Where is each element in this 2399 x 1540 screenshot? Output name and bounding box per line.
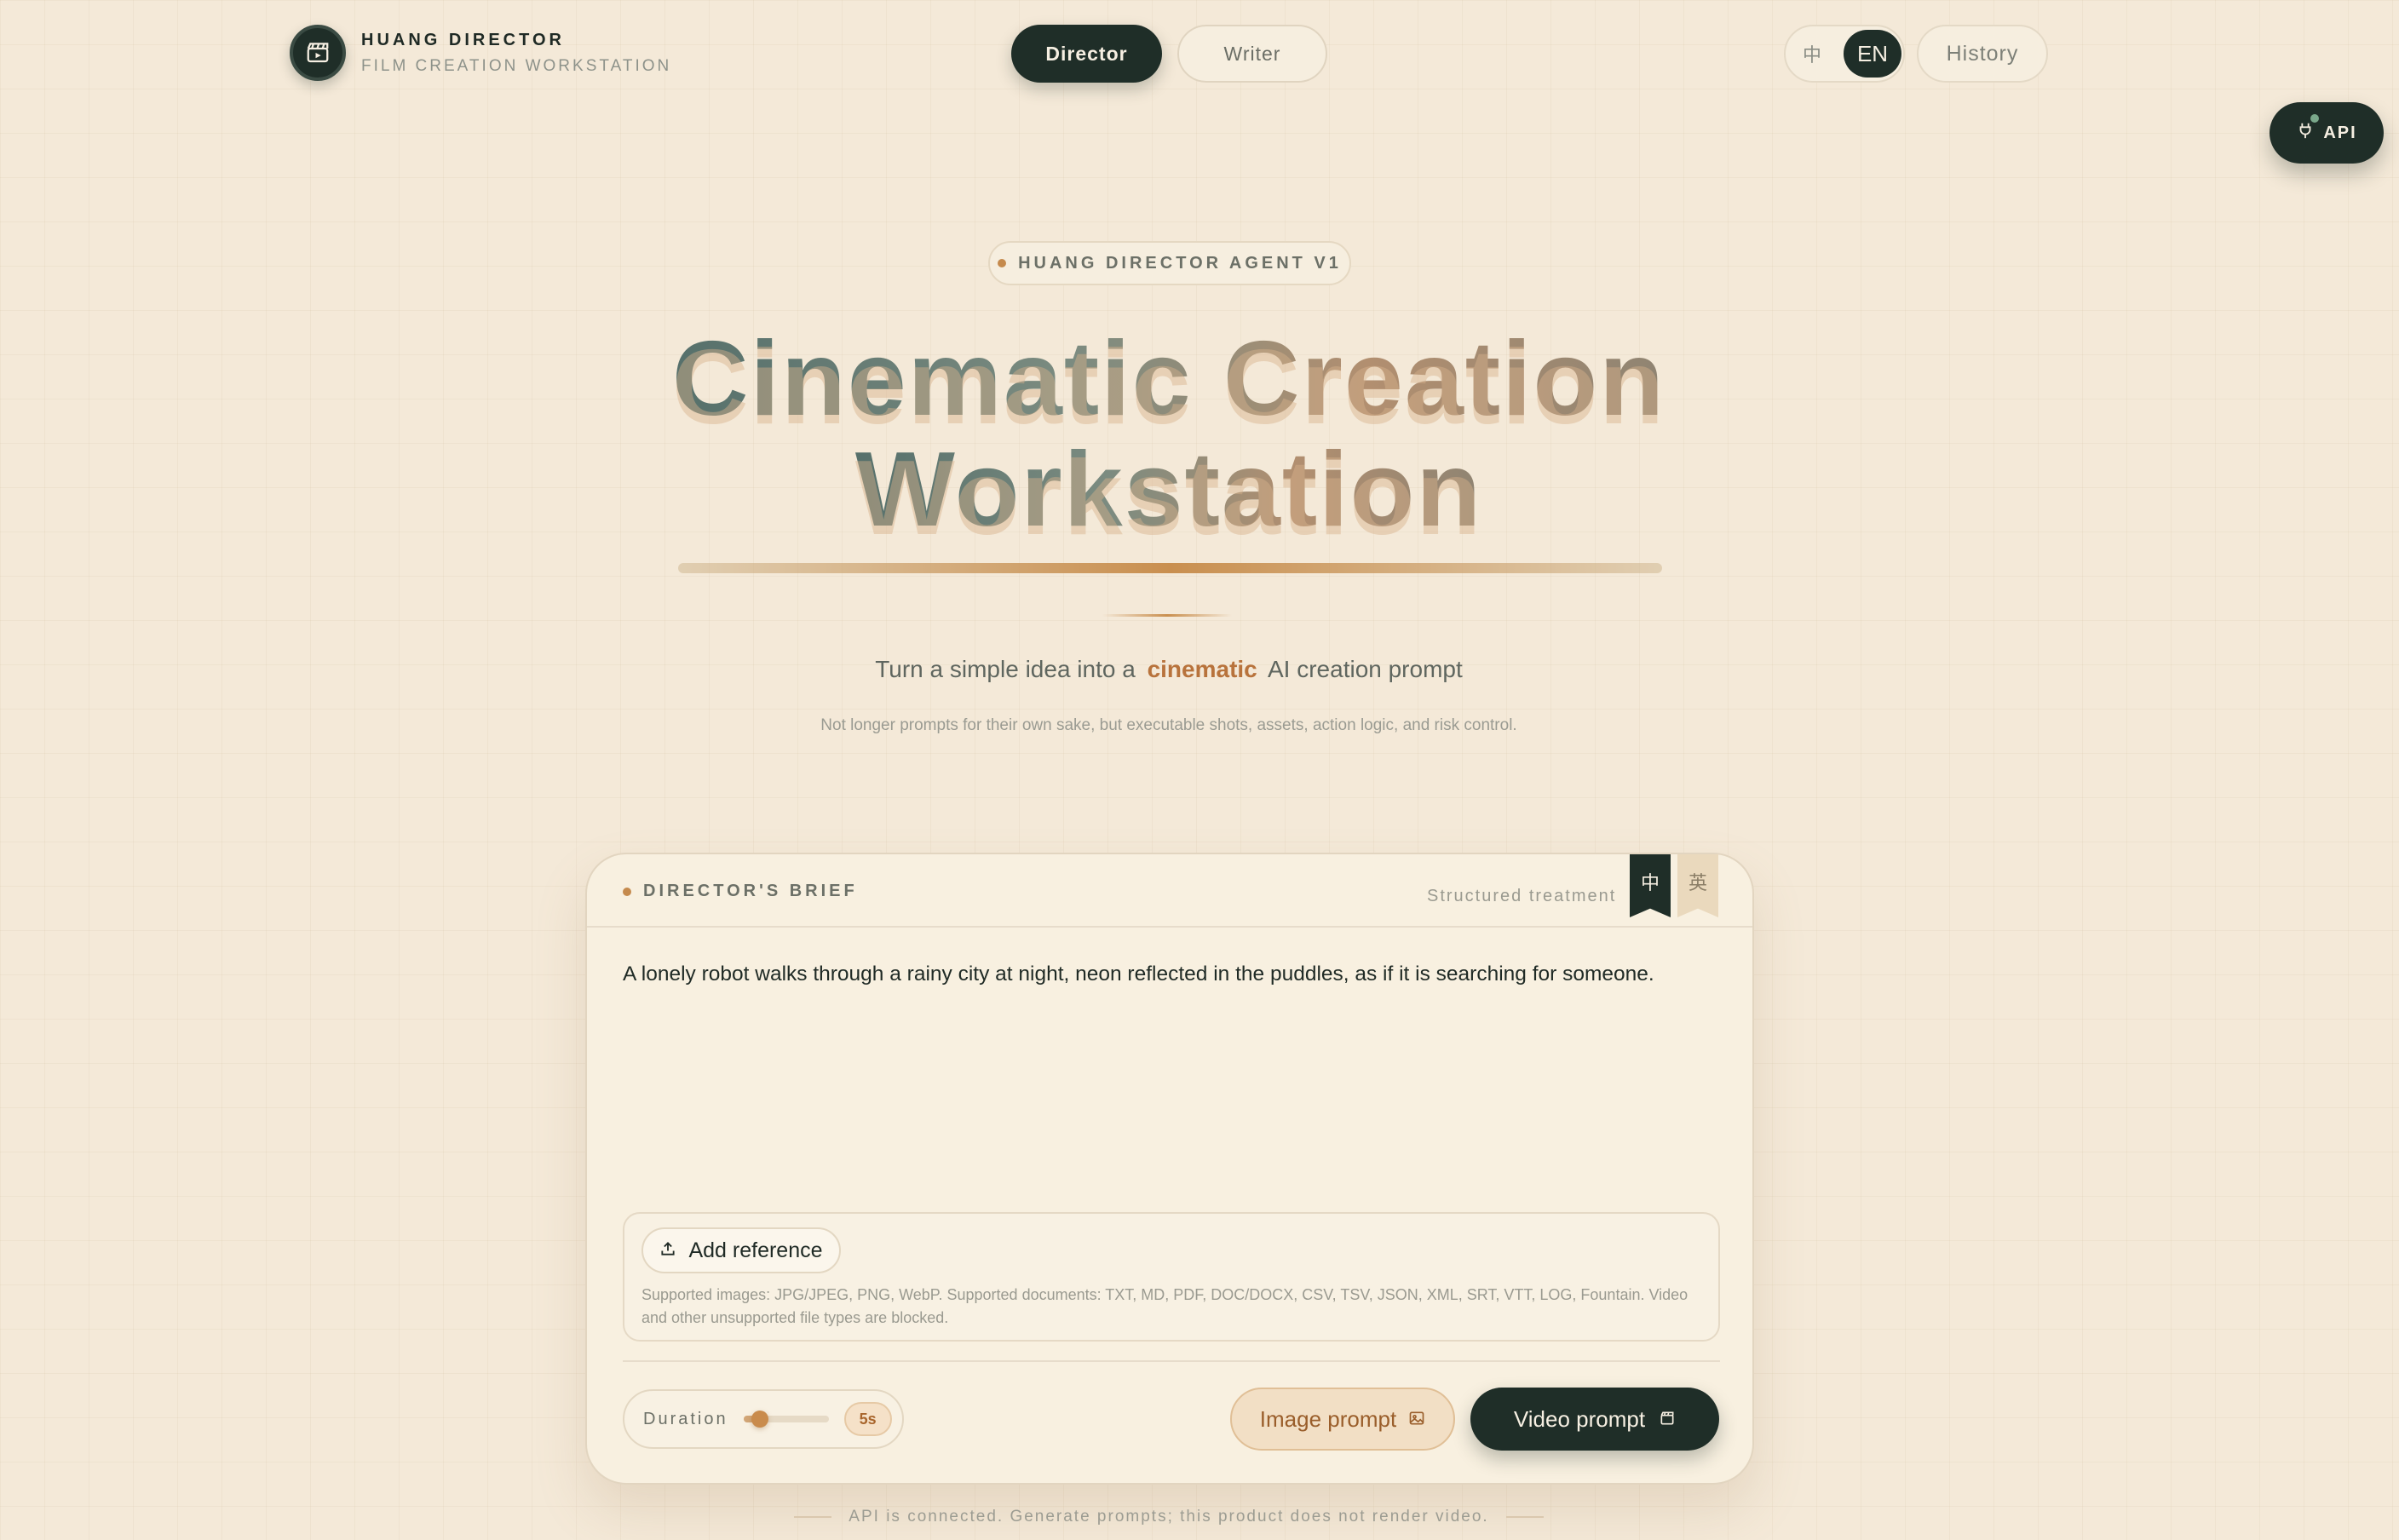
structured-treatment-label: Structured treatment xyxy=(1427,887,1617,905)
hero-underline xyxy=(678,563,1662,573)
video-prompt-label: Video prompt xyxy=(1513,1405,1646,1432)
duration-slider-thumb[interactable] xyxy=(751,1411,769,1428)
api-button[interactable]: API xyxy=(2270,102,2384,164)
nav-director-button[interactable]: Director xyxy=(1011,25,1162,83)
add-reference-button[interactable]: Add reference xyxy=(641,1227,841,1273)
directors-brief-card: DIRECTOR'S BRIEF Structured treatment 中 … xyxy=(585,853,1754,1485)
footer-line-left xyxy=(794,1516,832,1518)
card-title: DIRECTOR'S BRIEF xyxy=(643,882,858,900)
brand-subtitle: FILM CREATION WORKSTATION xyxy=(361,56,672,75)
brand[interactable]: HUANG DIRECTOR FILM CREATION WORKSTATION xyxy=(290,25,671,81)
clapperboard-small-icon xyxy=(1659,1406,1676,1433)
api-label: API xyxy=(2323,123,2357,142)
card-divider xyxy=(623,1360,1720,1362)
hero-title-line2: Workstation xyxy=(854,431,1483,549)
subline: Not longer prompts for their own sake, b… xyxy=(820,716,1517,734)
duration-control: Duration 5s xyxy=(623,1389,904,1449)
version-badge-label: HUANG DIRECTOR AGENT V1 xyxy=(1018,253,1342,273)
footer-status-text: API is connected. Generate prompts; this… xyxy=(849,1508,1489,1526)
tagline: Turn a simple idea into a cinematic AI c… xyxy=(0,656,2338,683)
supported-files-note: Supported images: JPG/JPEG, PNG, WebP. S… xyxy=(641,1286,1689,1326)
image-prompt-button[interactable]: Image prompt xyxy=(1230,1388,1455,1451)
duration-label: Duration xyxy=(643,1409,728,1428)
hero-title-line1: Cinematic Creation xyxy=(671,320,1666,438)
duration-value: 5s xyxy=(843,1402,892,1436)
brand-title: HUANG DIRECTOR xyxy=(361,30,565,49)
api-status-footer: API is connected. Generate prompts; this… xyxy=(0,1508,2338,1526)
reference-dropzone[interactable]: Add reference Supported images: JPG/JPEG… xyxy=(623,1212,1720,1342)
version-badge: HUANG DIRECTOR AGENT V1 xyxy=(988,241,1351,285)
upload-icon xyxy=(659,1238,676,1263)
brief-textarea[interactable]: A lonely robot walks through a rainy cit… xyxy=(623,960,1722,989)
image-prompt-label: Image prompt xyxy=(1259,1405,1397,1432)
card-header: DIRECTOR'S BRIEF Structured treatment 中 … xyxy=(587,854,1752,928)
tagline-accent: cinematic xyxy=(1147,656,1257,682)
api-status-dot xyxy=(2310,114,2319,123)
language-switcher: 中 EN xyxy=(1784,25,1905,83)
hero-title: Cinematic Creation Workstation xyxy=(596,324,1741,545)
hero-divider xyxy=(1102,614,1232,617)
plug-icon xyxy=(2296,121,2315,145)
label-dot xyxy=(623,887,631,896)
lang-en-button[interactable]: EN xyxy=(1844,30,1901,78)
clapperboard-icon xyxy=(290,25,346,81)
duration-slider[interactable] xyxy=(743,1411,829,1428)
video-prompt-button[interactable]: Video prompt xyxy=(1470,1388,1719,1451)
footer-line-right xyxy=(1505,1516,1544,1518)
tagline-start: Turn a simple idea into a xyxy=(875,656,1136,682)
badge-dot xyxy=(998,259,1007,267)
lang-tab-en[interactable]: 英 xyxy=(1677,854,1718,917)
lang-zh-button[interactable]: 中 xyxy=(1803,40,1832,67)
card-label: DIRECTOR'S BRIEF xyxy=(623,882,858,901)
add-reference-label: Add reference xyxy=(688,1238,823,1262)
history-button[interactable]: History xyxy=(1917,25,2048,83)
tagline-end: AI creation prompt xyxy=(1267,656,1463,682)
nav-writer-button[interactable]: Writer xyxy=(1177,25,1327,83)
image-icon xyxy=(1408,1406,1425,1433)
lang-tab-zh[interactable]: 中 xyxy=(1630,854,1671,917)
